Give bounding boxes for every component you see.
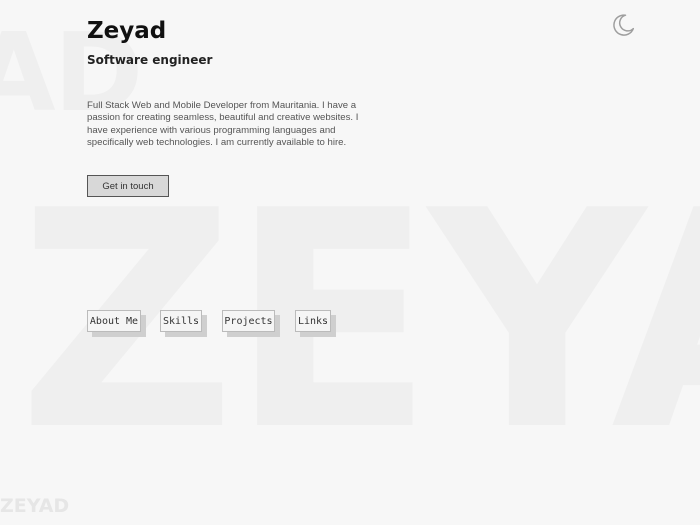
- nav-skills-button[interactable]: Skills: [160, 310, 202, 332]
- job-title: Software engineer: [87, 53, 213, 67]
- nav-projects-button[interactable]: Projects: [222, 310, 275, 332]
- nav-links-button[interactable]: Links: [295, 310, 331, 332]
- get-in-touch-button[interactable]: Get in touch: [87, 175, 169, 197]
- moon-icon: [613, 14, 635, 36]
- nav-about-me-button[interactable]: About Me: [87, 310, 141, 332]
- footer-watermark: ZEYAD: [0, 495, 70, 517]
- theme-toggle-button[interactable]: [610, 12, 636, 38]
- page-title: Zeyad: [87, 18, 167, 44]
- bio-paragraph: Full Stack Web and Mobile Developer from…: [87, 100, 359, 149]
